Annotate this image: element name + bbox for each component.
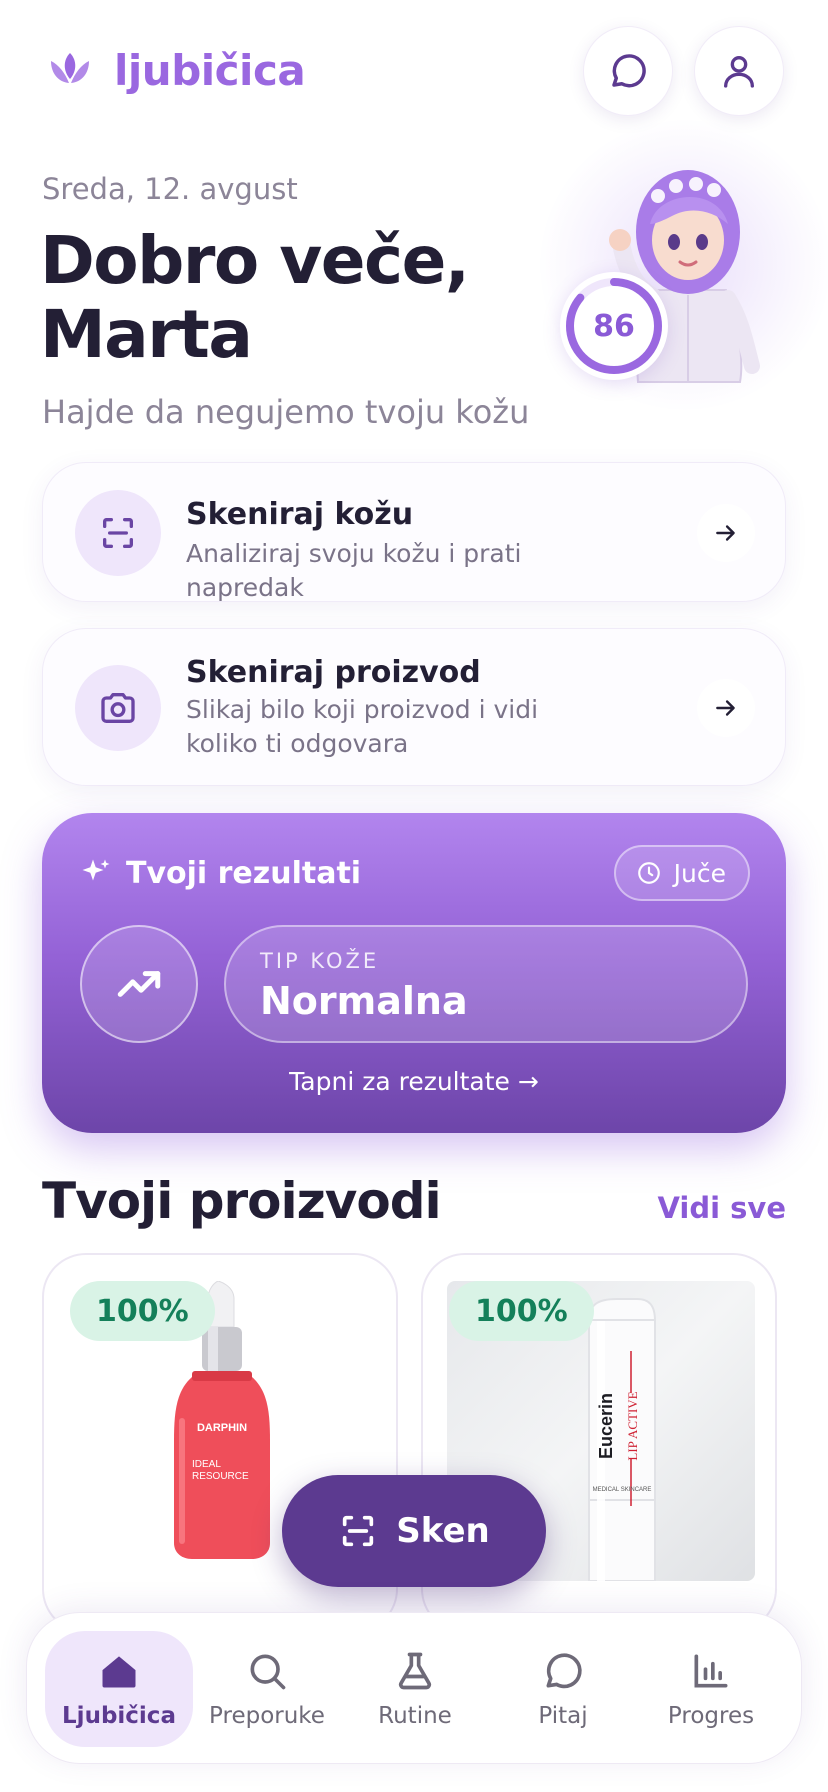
skin-score-value: 86 — [593, 308, 635, 344]
see-all-link[interactable]: Vidi sve — [657, 1191, 786, 1225]
greeting-tagline: Hajde da negujemo tvoju kožu — [42, 393, 530, 431]
scan-skin-card[interactable]: Skeniraj kožu Analiziraj svoju kožu i pr… — [42, 462, 786, 602]
match-badge: 100% — [70, 1281, 215, 1341]
results-time-badge[interactable]: Juče — [613, 845, 750, 901]
greeting-line-2: Marta — [40, 296, 253, 373]
nav-label-home: Ljubičica — [62, 1703, 176, 1729]
scan-product-title: Skeniraj proizvod — [186, 655, 481, 690]
trend-button[interactable] — [80, 925, 198, 1043]
skin-type-label: TIP KOŽE — [260, 949, 380, 973]
product-line2-text: MEDICAL SKINCARE — [593, 1487, 652, 1493]
lotus-icon — [48, 49, 92, 93]
current-date: Sreda, 12. avgust — [42, 172, 298, 206]
nav-label-ask: Pitaj — [538, 1703, 588, 1729]
bar-chart-icon — [694, 1654, 728, 1688]
results-card[interactable]: Tvoji rezultati Juče TIP KOŽE Normalna T… — [42, 813, 786, 1133]
nav-label-routines: Rutine — [378, 1703, 452, 1729]
home-icon — [102, 1656, 136, 1688]
scan-frame-icon — [343, 1515, 374, 1547]
product-brand-text: DARPHIN — [197, 1422, 247, 1434]
chat-bubble-icon — [612, 54, 646, 88]
nav-item-progress[interactable]: Progres — [637, 1631, 785, 1747]
results-title-row: Tvoji rezultati — [78, 855, 361, 891]
skin-type-value: Normalna — [260, 979, 468, 1023]
scan-frame-icon — [75, 490, 161, 576]
scan-fab-label: Sken — [396, 1511, 490, 1551]
scan-skin-title: Skeniraj kožu — [186, 497, 414, 532]
product-brand-text: Eucerin — [596, 1393, 616, 1459]
nav-item-recommendations[interactable]: Preporuke — [193, 1631, 341, 1747]
nav-item-routines[interactable]: Rutine — [341, 1631, 489, 1747]
nav-item-home[interactable]: Ljubičica — [45, 1631, 193, 1747]
chat-bubble-icon — [546, 1653, 582, 1689]
user-icon — [724, 55, 754, 88]
chat-button[interactable] — [583, 26, 673, 116]
clock-icon — [637, 862, 660, 884]
app-logo[interactable]: ljubičica — [48, 46, 306, 95]
arrow-right-icon[interactable] — [697, 504, 755, 562]
scan-skin-subtitle: Analiziraj svoju kožu i prati napredak — [186, 539, 522, 602]
scan-product-subtitle: Slikaj bilo koji proizvod i vidi koliko … — [186, 695, 539, 758]
camera-icon — [75, 665, 161, 751]
sparkle-icon — [82, 859, 110, 881]
bottom-navigation: Ljubičica Preporuke Rutine Pitaj Progres — [26, 1612, 802, 1764]
results-title: Tvoji rezultati — [126, 855, 362, 891]
greeting-heading: Dobro veče, Marta — [40, 222, 470, 373]
scan-product-card[interactable]: Skeniraj proizvod Slikaj bilo koji proiz… — [42, 628, 786, 786]
product-line2-text: RESOURCE — [192, 1471, 249, 1482]
results-tap-hint[interactable]: Tapni za rezultate → — [42, 1067, 786, 1096]
match-badge: 100% — [449, 1281, 594, 1341]
arrow-right-icon[interactable] — [697, 679, 755, 737]
results-time-label: Juče — [673, 858, 726, 888]
products-section-title: Tvoji proizvodi — [42, 1172, 442, 1230]
profile-button[interactable] — [694, 26, 784, 116]
brand-name: ljubičica — [114, 46, 306, 95]
product-line1-text: LIP ACTIVE — [625, 1391, 640, 1460]
flask-icon — [398, 1652, 432, 1690]
scan-fab-button[interactable]: Sken — [282, 1475, 546, 1587]
nav-label-progress: Progres — [667, 1703, 755, 1729]
nav-label-recommendations: Preporuke — [209, 1703, 325, 1729]
skin-score-ring[interactable]: 86 — [560, 272, 668, 380]
skin-type-pill[interactable]: TIP KOŽE Normalna — [224, 925, 748, 1043]
search-icon — [250, 1654, 286, 1690]
product-line1-text: IDEAL — [192, 1459, 221, 1470]
trending-up-icon — [117, 971, 161, 997]
greeting-line-1: Dobro veče, — [40, 222, 470, 299]
nav-item-ask[interactable]: Pitaj — [489, 1631, 637, 1747]
